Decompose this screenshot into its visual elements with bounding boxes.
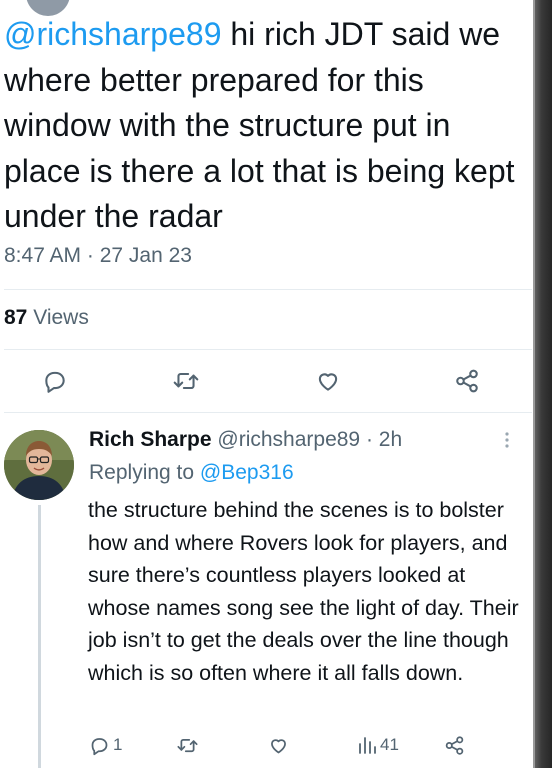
reply-button[interactable] xyxy=(40,367,70,395)
like-icon xyxy=(318,373,338,391)
reply-avatar[interactable] xyxy=(4,430,74,500)
background-edge xyxy=(533,0,552,768)
reply-text: the structure behind the scenes is to bo… xyxy=(88,498,519,685)
views-label: Views xyxy=(27,306,89,329)
divider xyxy=(4,412,532,413)
reply-header: Rich Sharpe @richsharpe89 · 2h xyxy=(89,428,402,452)
share-icon xyxy=(445,735,464,755)
reply-share-button[interactable] xyxy=(444,733,465,757)
main-tweet-mention[interactable]: @richsharpe89 xyxy=(4,16,221,52)
like-button[interactable] xyxy=(313,367,343,395)
analytics-icon xyxy=(359,737,376,754)
replying-to: Replying to @Bep316 xyxy=(89,461,294,485)
main-tweet-text: @richsharpe89 hi rich JDT said we where … xyxy=(4,12,529,240)
divider xyxy=(4,289,532,290)
avatar-photo xyxy=(4,430,74,500)
retweet-icon xyxy=(177,738,198,752)
reply-retweet-button[interactable] xyxy=(176,733,199,757)
views-count[interactable]: 87 Views xyxy=(4,306,89,330)
retweet-icon xyxy=(173,372,199,390)
like-icon xyxy=(271,738,286,753)
reply-author-meta[interactable]: @richsharpe89 · 2h xyxy=(212,428,402,451)
more-vertical-icon xyxy=(505,432,509,448)
reply-count: 1 xyxy=(113,735,123,754)
replying-to-prefix: Replying to xyxy=(89,461,200,484)
views-number: 87 xyxy=(4,306,28,329)
reply-author-name[interactable]: Rich Sharpe xyxy=(89,428,212,451)
more-options-button[interactable] xyxy=(500,430,514,457)
reply-reply-button[interactable]: 1 xyxy=(89,733,122,757)
reply-views-count: 41 xyxy=(380,735,399,754)
retweet-button[interactable] xyxy=(170,367,202,395)
share-button[interactable] xyxy=(452,366,482,396)
replying-to-mention[interactable]: @Bep316 xyxy=(200,461,294,484)
share-icon xyxy=(456,369,478,393)
divider xyxy=(4,349,532,350)
tweet-timestamp[interactable]: 8:47 AM · 27 Jan 23 xyxy=(4,244,192,268)
reply-like-button[interactable] xyxy=(268,733,289,757)
reply-views-button[interactable]: 41 xyxy=(357,733,399,757)
reply-icon xyxy=(91,737,108,755)
reply-icon xyxy=(45,371,65,393)
thread-line xyxy=(38,505,41,768)
